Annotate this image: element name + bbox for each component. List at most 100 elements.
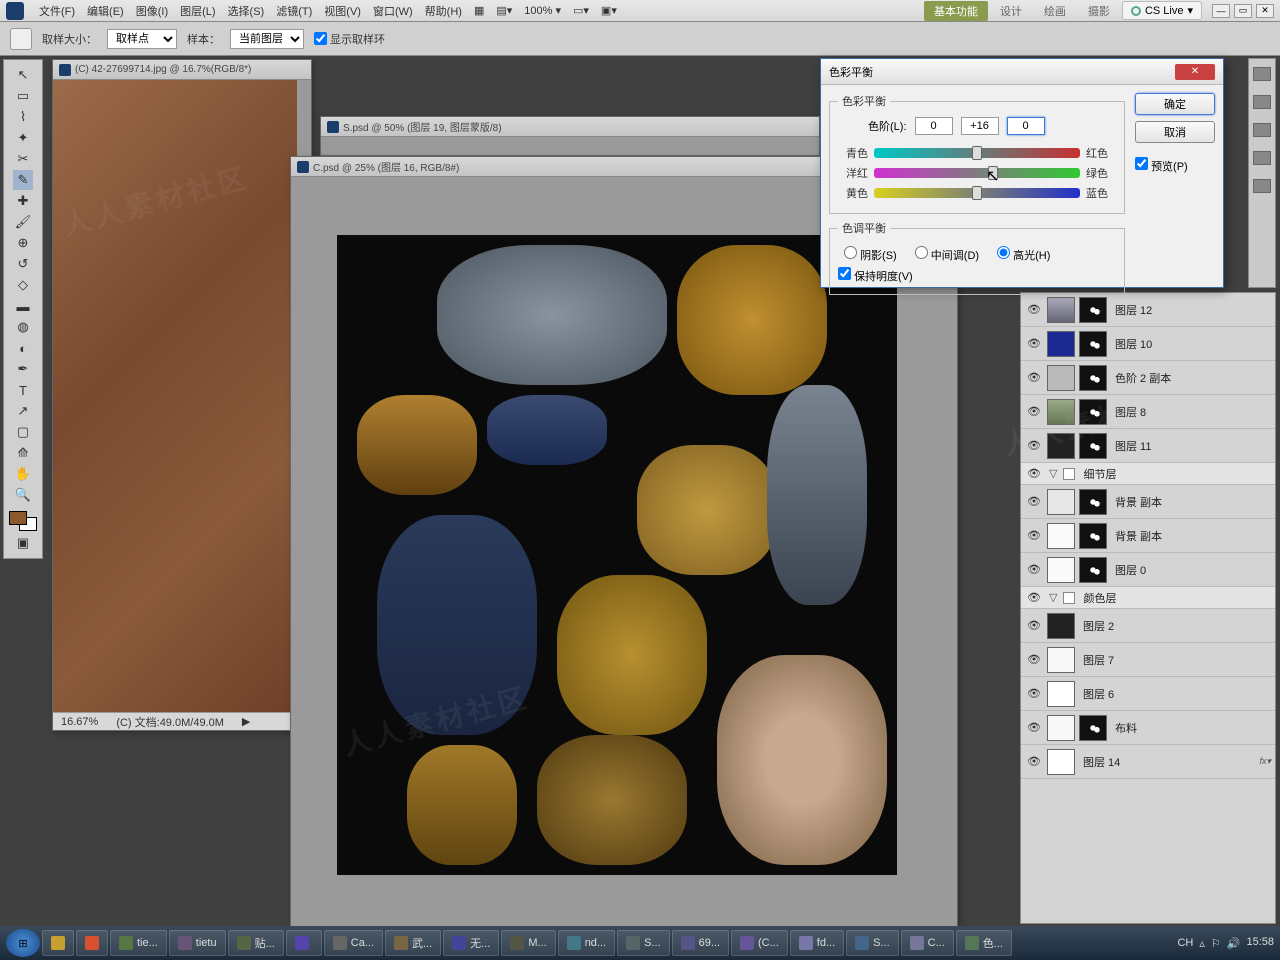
path-tool-icon[interactable]: ↗ [13,401,33,421]
layer-name[interactable]: 图层 0 [1111,562,1271,578]
hand-tool-icon[interactable]: ✋ [13,464,33,484]
yellow-blue-slider[interactable] [874,188,1080,198]
layers-panel[interactable]: 👁图层 12👁图层 10👁色阶 2 副本👁图层 8👁图层 11👁▽细节层👁背景 … [1020,292,1276,924]
minimize-icon[interactable]: — [1212,4,1230,18]
tab-icon[interactable] [1253,67,1271,81]
pen-tool-icon[interactable]: ✒ [13,359,33,379]
taskbar-app-button[interactable]: Ca... [324,930,383,956]
visibility-icon[interactable]: 👁 [1025,493,1043,511]
taskbar-app-button[interactable]: 无... [443,930,499,956]
document-window-1[interactable]: (C) 42-27699714.jpg @ 16.7%(RGB/8*) 16.6… [52,59,312,731]
mask-thumb[interactable] [1079,489,1107,515]
taskbar-app-button[interactable]: (C... [731,930,788,956]
workspace-design[interactable]: 设计 [990,1,1032,21]
menu-help[interactable]: 帮助(H) [420,1,467,21]
crop-tool-icon[interactable]: ✂ [13,149,33,169]
preview-checkbox[interactable]: 预览(P) [1135,157,1215,174]
layer-name[interactable]: 图层 6 [1079,686,1271,702]
color-swatch[interactable] [9,511,37,531]
right-panel-tabs[interactable] [1248,58,1276,288]
gradient-tool-icon[interactable]: ▬ [13,296,33,316]
workspace-essentials[interactable]: 基本功能 [924,1,988,21]
mask-thumb[interactable] [1079,399,1107,425]
cancel-button[interactable]: 取消 [1135,121,1215,143]
visibility-icon[interactable]: 👁 [1025,561,1043,579]
menu-select[interactable]: 选择(S) [223,1,270,21]
layer-name[interactable]: 背景 副本 [1111,528,1271,544]
visibility-icon[interactable]: 👁 [1025,589,1043,607]
3d-tool-icon[interactable]: ⟰ [13,443,33,463]
taskbar-app-button[interactable]: M... [501,930,555,956]
launch-minibridge-icon[interactable]: ▤▾ [491,2,517,19]
dialog-close-icon[interactable]: ✕ [1175,64,1215,80]
taskbar-app-button[interactable]: tie... [110,930,167,956]
type-tool-icon[interactable]: T [13,380,33,400]
visibility-icon[interactable]: 👁 [1025,651,1043,669]
taskbar-app-button[interactable]: 色... [956,930,1012,956]
taskbar-app-button[interactable]: fd... [790,930,844,956]
marquee-tool-icon[interactable]: ▭ [13,86,33,106]
visibility-icon[interactable]: 👁 [1025,465,1043,483]
layer-row[interactable]: 👁 图层 0 [1021,553,1275,587]
visibility-icon[interactable]: 👁 [1025,719,1043,737]
dialog-titlebar[interactable]: 色彩平衡 ✕ [821,59,1223,85]
shadows-radio[interactable]: 阴影(S) [844,246,897,263]
launch-bridge-icon[interactable]: ▦ [469,2,489,19]
workspace-photography[interactable]: 摄影 [1078,1,1120,21]
tab-icon[interactable] [1253,179,1271,193]
dodge-tool-icon[interactable]: ◐ [13,338,33,358]
magenta-green-slider[interactable] [874,168,1080,178]
show-ring-checkbox[interactable] [314,32,327,45]
visibility-icon[interactable]: 👁 [1025,617,1043,635]
menu-image[interactable]: 图像(I) [131,1,173,21]
taskbar-app-button[interactable]: 贴... [228,930,284,956]
quickmask-icon[interactable]: ▣ [13,533,33,553]
layer-row[interactable]: 👁图层 10 [1021,327,1275,361]
sample-select[interactable]: 当前图层 [230,29,304,49]
zoom-level-field[interactable]: 100% ▾ [519,2,566,19]
heal-tool-icon[interactable]: ✚ [13,191,33,211]
mask-thumb[interactable] [1079,715,1107,741]
layer-row[interactable]: 👁图层 11 [1021,429,1275,463]
taskbar-app-button[interactable]: C... [901,930,954,956]
screen-mode-icon[interactable]: ▣▾ [596,2,622,19]
cyan-red-slider[interactable] [874,148,1080,158]
taskbar-app-button[interactable] [286,930,322,956]
layer-row[interactable]: 👁▽细节层 [1021,463,1275,485]
move-tool-icon[interactable]: ↖ [13,65,33,85]
layer-name[interactable]: 背景 副本 [1111,494,1271,510]
brush-tool-icon[interactable]: 🖌 [13,212,33,232]
level-yellow-blue-input[interactable] [1007,117,1045,135]
layer-row[interactable]: 👁背景 副本 [1021,519,1275,553]
mask-thumb[interactable] [1079,331,1107,357]
visibility-icon[interactable]: 👁 [1025,335,1043,353]
menu-file[interactable]: 文件(F) [34,1,80,21]
layer-thumb[interactable] [1047,715,1075,741]
taskbar-pinned[interactable] [76,930,108,956]
doc1-canvas[interactable] [53,80,297,712]
layer-thumb[interactable] [1047,331,1075,357]
layer-thumb[interactable] [1047,749,1075,775]
eraser-tool-icon[interactable]: ◇ [13,275,33,295]
stamp-tool-icon[interactable]: ⊕ [13,233,33,253]
layer-row[interactable]: 👁布料 [1021,711,1275,745]
layer-name[interactable]: 图层 8 [1111,404,1271,420]
layer-name[interactable]: 图层 11 [1111,438,1271,454]
taskbar-app-button[interactable]: nd... [558,930,615,956]
slider-thumb[interactable] [972,146,982,160]
view-extras-icon[interactable]: ▭▾ [568,2,594,19]
visibility-icon[interactable]: 👁 [1025,369,1043,387]
layer-thumb[interactable] [1047,433,1075,459]
layer-row[interactable]: 👁 背景 副本 [1021,485,1275,519]
tray-icon[interactable]: 🔊 [1227,937,1241,950]
close-icon[interactable]: ✕ [1256,4,1274,18]
visibility-icon[interactable]: 👁 [1025,753,1043,771]
tab-icon[interactable] [1253,123,1271,137]
layer-thumb[interactable] [1047,489,1075,515]
blur-tool-icon[interactable]: ◍ [13,317,33,337]
mask-thumb[interactable] [1079,433,1107,459]
layer-thumb[interactable] [1047,557,1075,583]
tray-icon[interactable]: ⚐ [1211,937,1221,950]
lasso-tool-icon[interactable]: ⌇ [13,107,33,127]
taskbar-app-button[interactable]: tietu [169,930,226,956]
